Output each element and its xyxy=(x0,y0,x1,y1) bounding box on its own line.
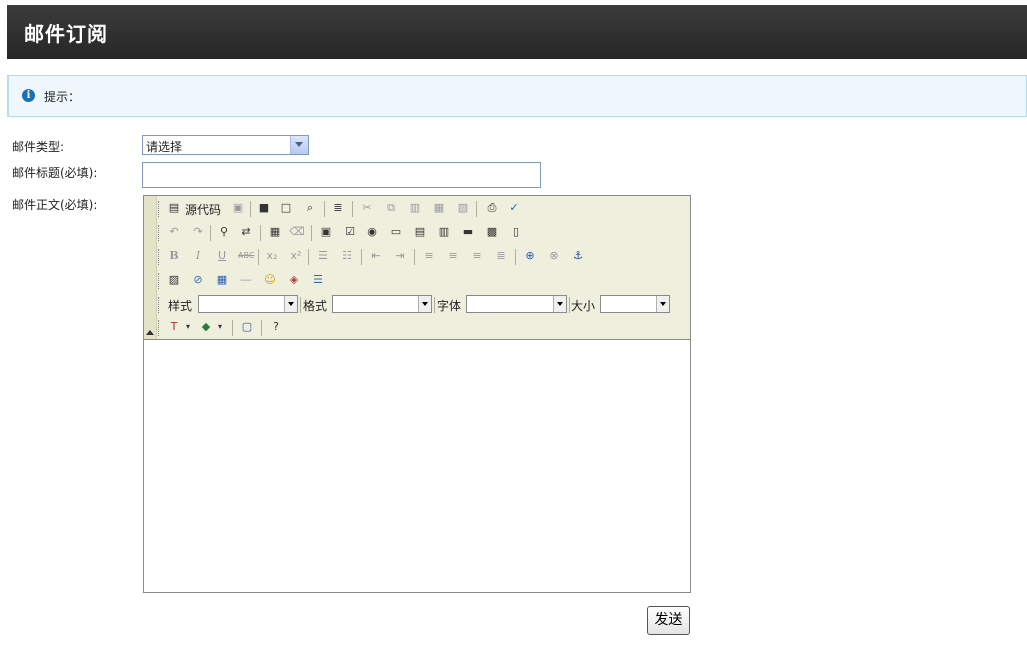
align-right-icon[interactable]: ≡ xyxy=(469,248,485,264)
copy-icon[interactable]: ⧉ xyxy=(383,200,399,216)
toolbar-row-1: ▤ 源代码 ▣ ■ □ ⌕ ≣ ✂ ⧉ ▥ ▦ ▧ ⎙ ✓ xyxy=(158,198,688,220)
chevron-down-icon[interactable]: ▾ xyxy=(180,319,196,335)
mail-type-value: 请选择 xyxy=(146,140,183,154)
editor-content-area[interactable] xyxy=(144,340,690,592)
link-icon[interactable]: ⊕ xyxy=(522,248,538,264)
preview-layout-icon[interactable]: ▣ xyxy=(230,200,246,216)
page-title: 邮件订阅 xyxy=(24,22,108,46)
bold-icon[interactable]: B xyxy=(166,248,182,264)
mail-subject-input[interactable] xyxy=(142,162,541,188)
chevron-down-icon[interactable] xyxy=(553,296,566,312)
templates-icon[interactable]: ≣ xyxy=(330,200,346,216)
paste-word-icon[interactable]: ▧ xyxy=(455,200,471,216)
page-break-icon[interactable]: ☰ xyxy=(310,272,326,288)
textfield-icon[interactable]: ▭ xyxy=(388,224,404,240)
anchor-icon[interactable]: ⚓ xyxy=(570,248,586,264)
numbered-list-icon[interactable]: ☰ xyxy=(315,248,331,264)
form-icon[interactable]: ▣ xyxy=(318,224,334,240)
textarea-icon[interactable]: ▤ xyxy=(412,224,428,240)
chevron-down-icon[interactable] xyxy=(656,296,669,312)
size-label: 大小 xyxy=(571,299,596,313)
smiley-icon[interactable]: ☺ xyxy=(262,272,278,288)
align-justify-icon[interactable]: ≣ xyxy=(493,248,509,264)
paste-icon[interactable]: ▥ xyxy=(407,200,423,216)
replace-icon[interactable]: ⇄ xyxy=(238,224,254,240)
flash-icon[interactable]: ⊘ xyxy=(190,272,206,288)
info-icon: i xyxy=(22,89,35,102)
tip-box: i 提示： xyxy=(7,75,1027,117)
mail-body-label: 邮件正文(必填): xyxy=(12,198,98,212)
horizontal-rule-icon[interactable]: ― xyxy=(238,272,254,288)
source-icon[interactable]: ▤ xyxy=(166,200,182,216)
button-field-icon[interactable]: ▬ xyxy=(460,224,476,240)
print-icon[interactable]: ⎙ xyxy=(484,200,500,216)
outdent-icon[interactable]: ⇤ xyxy=(368,248,384,264)
format-combo[interactable] xyxy=(332,295,432,313)
size-combo[interactable] xyxy=(600,295,670,313)
spellcheck-icon[interactable]: ✓ xyxy=(506,200,522,216)
toolbar-row-2: ↶ ↷ ⚲ ⇄ ▦ ⌫ ▣ ☑ ◉ ▭ ▤ ▥ ▬ ▩ ▯ xyxy=(158,222,688,244)
toolbar-collapse-button[interactable] xyxy=(144,196,157,339)
find-icon[interactable]: ⚲ xyxy=(216,224,232,240)
bulleted-list-icon[interactable]: ☷ xyxy=(339,248,355,264)
style-combo[interactable] xyxy=(198,295,298,313)
indent-icon[interactable]: ⇥ xyxy=(392,248,408,264)
toolbar-row-6: T ▾ ◆ ▾ ▢ ? xyxy=(158,317,688,339)
font-label: 字体 xyxy=(437,299,462,313)
chevron-down-icon[interactable]: ▾ xyxy=(212,319,228,335)
special-char-icon[interactable]: ◈ xyxy=(286,272,302,288)
maximize-icon[interactable]: ▢ xyxy=(239,319,255,335)
toolbar-row-5: 样式 格式 字体 大小 xyxy=(158,294,688,316)
hidden-field-icon[interactable]: ▯ xyxy=(508,224,524,240)
editor-toolbar: ▤ 源代码 ▣ ■ □ ⌕ ≣ ✂ ⧉ ▥ ▦ ▧ ⎙ ✓ ↶ ↷ ⚲ ⇄ ▦ … xyxy=(144,196,690,340)
mail-type-label: 邮件类型: xyxy=(12,140,65,154)
select-field-icon[interactable]: ▥ xyxy=(436,224,452,240)
radio-icon[interactable]: ◉ xyxy=(364,224,380,240)
paste-text-icon[interactable]: ▦ xyxy=(431,200,447,216)
toolbar-row-4: ▨ ⊘ ▦ ― ☺ ◈ ☰ xyxy=(158,270,688,292)
preview-icon[interactable]: ⌕ xyxy=(302,200,318,216)
new-page-icon[interactable]: □ xyxy=(278,200,294,216)
toolbar-row-3: B I U ABC x₂ x² ☰ ☷ ⇤ ⇥ ≡ ≡ ≡ ≣ ⊕ ⊗ ⚓ xyxy=(158,246,688,268)
source-button[interactable]: 源代码 xyxy=(185,201,221,218)
style-label: 样式 xyxy=(168,299,193,313)
rich-text-editor: ▤ 源代码 ▣ ■ □ ⌕ ≣ ✂ ⧉ ▥ ▦ ▧ ⎙ ✓ ↶ ↷ ⚲ ⇄ ▦ … xyxy=(143,195,691,593)
cut-icon[interactable]: ✂ xyxy=(359,200,375,216)
chevron-down-icon[interactable] xyxy=(284,296,297,312)
mail-subject-label: 邮件标题(必填): xyxy=(12,166,98,180)
send-button[interactable]: 发送 xyxy=(647,606,690,635)
italic-icon[interactable]: I xyxy=(190,248,206,264)
font-combo[interactable] xyxy=(466,295,567,313)
format-label: 格式 xyxy=(303,299,328,313)
remove-format-icon[interactable]: ⌫ xyxy=(289,224,305,240)
underline-icon[interactable]: U xyxy=(214,248,230,264)
superscript-icon[interactable]: x² xyxy=(288,248,304,264)
table-icon[interactable]: ▦ xyxy=(214,272,230,288)
redo-icon[interactable]: ↷ xyxy=(190,224,206,240)
align-left-icon[interactable]: ≡ xyxy=(421,248,437,264)
undo-icon[interactable]: ↶ xyxy=(166,224,182,240)
chevron-down-icon[interactable] xyxy=(290,136,308,154)
header-bar: 邮件订阅 xyxy=(7,5,1027,59)
select-all-icon[interactable]: ▦ xyxy=(267,224,283,240)
subscript-icon[interactable]: x₂ xyxy=(264,248,280,264)
save-icon[interactable]: ■ xyxy=(256,200,272,216)
unlink-icon[interactable]: ⊗ xyxy=(546,248,562,264)
align-center-icon[interactable]: ≡ xyxy=(445,248,461,264)
image-icon[interactable]: ▨ xyxy=(166,272,182,288)
tip-text: 提示： xyxy=(44,90,81,104)
image-button-icon[interactable]: ▩ xyxy=(484,224,500,240)
help-icon[interactable]: ? xyxy=(268,319,284,335)
chevron-down-icon[interactable] xyxy=(418,296,431,312)
checkbox-icon[interactable]: ☑ xyxy=(342,224,358,240)
mail-type-select[interactable]: 请选择 xyxy=(142,135,309,155)
strikethrough-icon[interactable]: ABC xyxy=(238,248,254,264)
